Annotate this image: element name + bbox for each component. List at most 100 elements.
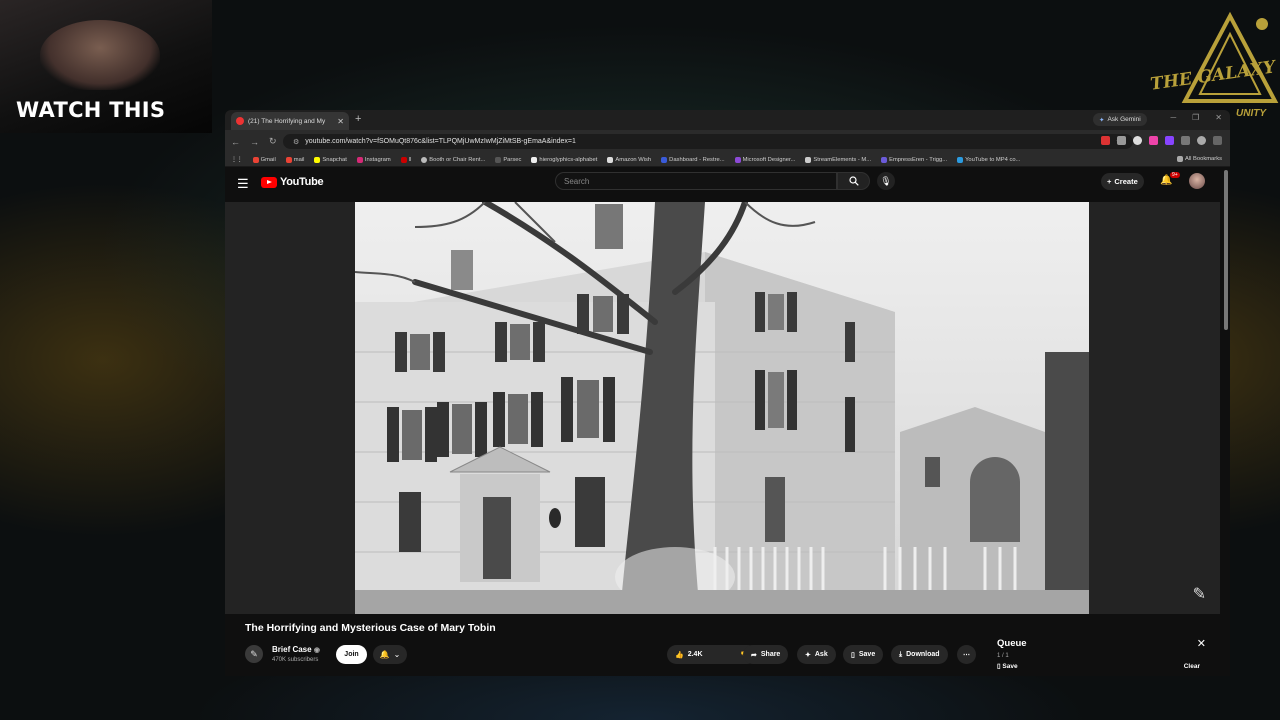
bookmark-item[interactable]: EmpressEren - Trigg... <box>881 156 947 163</box>
download-icon: ⤓ <box>899 650 903 658</box>
like-button[interactable]: 👍 2.4K <box>675 651 703 659</box>
tab-bar: (21) The Horrifying and My ✕ + ✦ Ask Gem… <box>225 110 1230 130</box>
bookmark-item[interactable]: Parsec <box>495 156 522 163</box>
bookmark-label: hieroglyphics-alphabet <box>539 156 598 163</box>
bookmark-item[interactable]: Dashboard - Restre... <box>661 156 725 163</box>
subscribed-bell-button[interactable]: 🔔 ⌄ <box>373 645 407 664</box>
bookmark-item[interactable]: Snapchat <box>314 156 347 163</box>
save-button[interactable]: ▯ Save <box>843 645 884 664</box>
share-label: Share <box>760 651 781 658</box>
puzzle-icon[interactable] <box>1181 136 1190 145</box>
download-button[interactable]: ⤓ Download <box>891 645 948 664</box>
search-button[interactable] <box>837 172 870 190</box>
subscriber-count: 470K subscribers <box>272 657 319 663</box>
extension-icon[interactable] <box>1133 136 1142 145</box>
queue-clear-button[interactable]: Clear <box>1184 663 1200 670</box>
video-frame[interactable] <box>355 202 1089 614</box>
window-controls: ─ ❐ ✕ <box>1170 113 1222 122</box>
voice-search-button[interactable]: 🎙 <box>877 172 895 190</box>
ask-gemini-button[interactable]: ✦ Ask Gemini <box>1093 113 1147 126</box>
create-button[interactable]: + Create <box>1101 173 1144 190</box>
bookmark-label: Dashboard - Restre... <box>669 156 725 163</box>
reload-icon[interactable]: ↻ <box>269 136 277 147</box>
browser-window: (21) The Horrifying and My ✕ + ✦ Ask Gem… <box>225 110 1230 676</box>
apps-icon[interactable]: ⋮⋮ <box>231 157 243 163</box>
sparkle-icon: ✦ <box>805 651 811 659</box>
webcam-hands <box>40 20 160 90</box>
bookmark-label: Parsec <box>503 156 522 163</box>
channel-avatar[interactable]: ✎ <box>245 645 263 663</box>
join-button[interactable]: Join <box>336 645 367 664</box>
share-button[interactable]: ➦ Share <box>743 645 789 664</box>
bookmark-item[interactable]: YouTube to MP4 co... <box>957 156 1021 163</box>
bookmark-label: Gmail <box>260 156 276 163</box>
extension-icon[interactable] <box>1117 136 1126 145</box>
queue-count: 1 / 1 <box>997 653 1009 659</box>
ask-button[interactable]: ✦ Ask <box>797 645 836 664</box>
bookmark-item[interactable]: StreamElements - M... <box>805 156 872 163</box>
extension-icon[interactable] <box>1101 136 1110 145</box>
extension-icon[interactable] <box>1149 136 1158 145</box>
ask-gemini-label: Ask Gemini <box>1107 116 1141 123</box>
queue-panel: Queue 1 / 1 ✕ ▯ Save Clear <box>987 632 1212 676</box>
profile-icon[interactable] <box>1197 136 1206 145</box>
youtube-logo[interactable]: YouTube <box>261 176 324 188</box>
video-thumbnail-house <box>355 202 1089 614</box>
new-tab-icon[interactable]: + <box>355 113 361 125</box>
maximize-icon[interactable]: ❐ <box>1192 113 1199 122</box>
search-placeholder: Search <box>564 176 590 186</box>
hamburger-menu-icon[interactable]: ☰ <box>237 176 249 192</box>
video-player[interactable]: ✎ <box>225 202 1220 614</box>
minimize-icon[interactable]: ─ <box>1170 113 1176 122</box>
bookmark-item[interactable]: hieroglyphics-alphabet <box>531 156 598 163</box>
close-window-icon[interactable]: ✕ <box>1215 113 1222 122</box>
bookmark-item[interactable]: Amazon Wish <box>607 156 651 163</box>
url-text: youtube.com/watch?v=fSOMuQt876c&list=TLP… <box>305 138 576 145</box>
youtube-header: ☰ YouTube Search 🎙 + Create 🔔 9+ <box>225 167 1230 198</box>
channel-name[interactable]: Brief Case ◉ <box>272 645 320 654</box>
bookmark-label: YouTube to MP4 co... <box>965 156 1021 163</box>
youtube-wordmark: YouTube <box>280 176 324 188</box>
tab-title: (21) The Horrifying and My <box>248 117 326 125</box>
address-row: ← → ↻ ⚙ youtube.com/watch?v=fSOMuQt876c&… <box>225 130 1230 153</box>
close-tab-icon[interactable]: ✕ <box>337 117 344 126</box>
save-label: Save <box>858 651 876 658</box>
bookmark-item[interactable]: Booth or Chair Rent... <box>421 156 485 163</box>
bookmarks-bar: ⋮⋮ Gmail mail Snapchat Instagram ll Boot… <box>225 153 1230 167</box>
bookmark-icon: ▯ <box>997 663 1001 670</box>
bookmark-label: StreamElements - M... <box>813 156 872 163</box>
close-icon[interactable]: ✕ <box>1197 637 1206 650</box>
bookmark-label: mail <box>293 156 305 163</box>
video-metadata: The Horrifying and Mysterious Case of Ma… <box>225 614 1230 676</box>
bookmark-item[interactable]: Gmail <box>252 156 276 163</box>
gemini-icon: ✦ <box>1099 116 1105 124</box>
account-avatar[interactable] <box>1189 173 1205 189</box>
tab-youtube[interactable]: (21) The Horrifying and My ✕ <box>231 112 349 130</box>
all-bookmarks[interactable]: All Bookmarks <box>1176 156 1222 162</box>
microphone-icon: 🎙 <box>880 175 892 186</box>
forward-icon[interactable]: → <box>250 137 259 147</box>
bookmark-item[interactable]: mail <box>285 156 305 163</box>
bookmark-label: Instagram <box>364 156 391 163</box>
address-bar[interactable]: ⚙ youtube.com/watch?v=fSOMuQt876c&list=T… <box>283 134 1133 149</box>
webcam-caption: WATCH THIS <box>16 98 166 122</box>
more-actions-button[interactable]: ⋯ <box>957 645 976 664</box>
extension-icons <box>1101 136 1222 145</box>
queue-title: Queue <box>997 638 1027 649</box>
site-info-icon[interactable]: ⚙ <box>293 138 299 146</box>
queue-save-label: Save <box>1002 663 1018 670</box>
youtube-favicon-icon <box>236 117 244 125</box>
youtube-play-icon <box>261 176 277 188</box>
queue-save-button[interactable]: ▯ Save <box>997 662 1018 670</box>
extension-icon[interactable] <box>1165 136 1174 145</box>
bookmark-item[interactable]: Microsoft Designer... <box>734 156 795 163</box>
back-icon[interactable]: ← <box>231 137 240 147</box>
thumbs-up-icon: 👍 <box>675 651 684 659</box>
bookmark-item[interactable]: Instagram <box>356 156 391 163</box>
bookmark-item[interactable]: ll <box>400 156 411 163</box>
create-label: Create <box>1114 177 1138 186</box>
search-input[interactable]: Search <box>555 172 837 190</box>
page-scrollbar[interactable] <box>1224 170 1228 330</box>
menu-icon[interactable] <box>1213 136 1222 145</box>
bookmark-icon: ▯ <box>851 651 855 659</box>
